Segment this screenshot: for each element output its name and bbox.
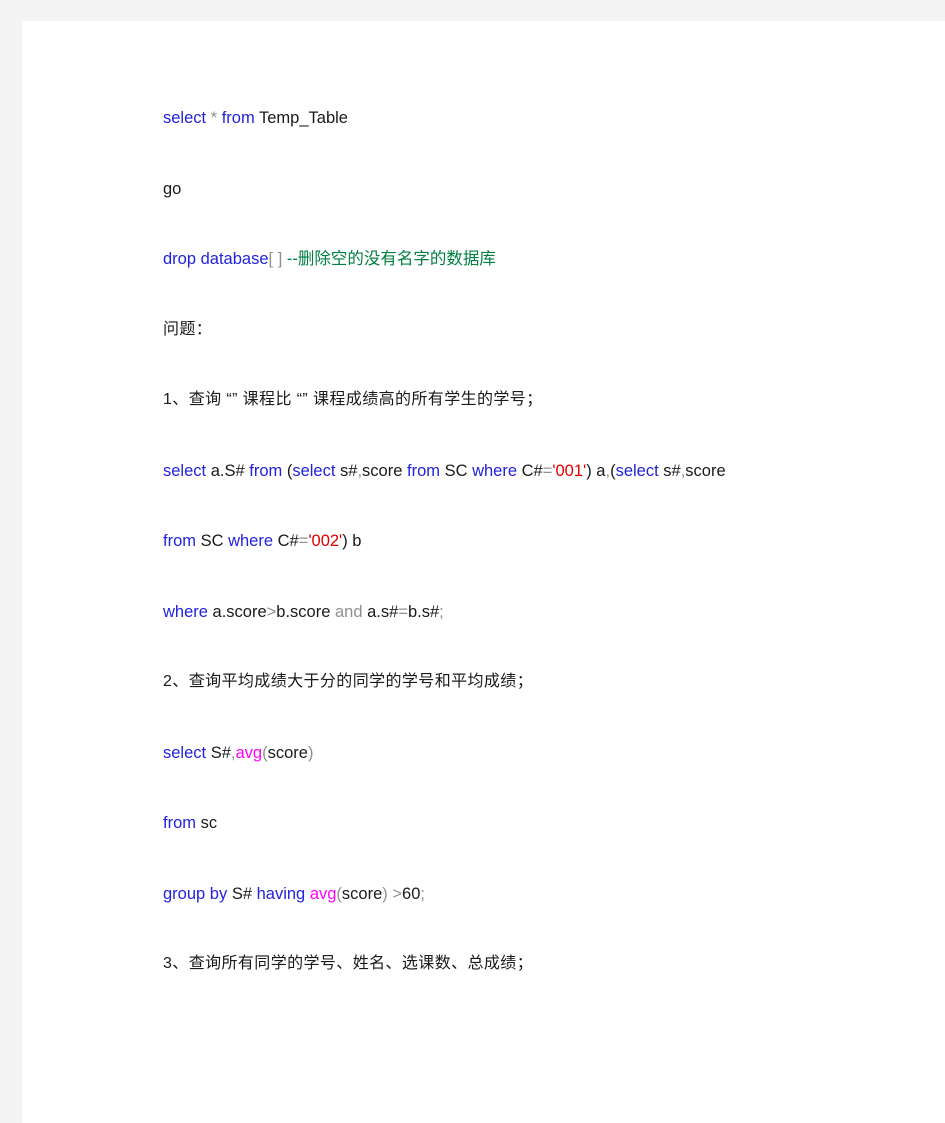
token-op: ;	[439, 602, 444, 621]
token-str: '001'	[552, 461, 587, 480]
token-op: =	[298, 532, 309, 550]
token-kw: from	[406, 461, 440, 480]
token-op: >	[392, 884, 403, 903]
token-kw: from	[249, 461, 283, 480]
token-id: (	[282, 461, 293, 480]
token-fn: avg	[235, 743, 263, 762]
token-op: =	[398, 602, 408, 621]
token-id: a.S#	[206, 461, 250, 480]
document-page: select * from Temp_Tablego drop database[…	[22, 21, 945, 1123]
token-op: [ ]	[268, 250, 283, 268]
text-line: 1、查询 “” 课程比 “” 课程成绩高的所有学生的学号；	[163, 387, 863, 458]
token-str: '002'	[308, 532, 343, 550]
token-id: go	[163, 179, 182, 198]
token-id: score	[267, 743, 308, 762]
token-op: ;	[420, 884, 425, 903]
text-line: 问题：	[163, 317, 863, 388]
token-kw: where	[163, 602, 208, 621]
token-id: C#	[517, 461, 543, 480]
token-id: Temp_Table	[254, 109, 348, 127]
token-kw: having	[256, 884, 306, 903]
token-cmt: --删除空的没有名字的数据库	[286, 250, 496, 268]
token-kw: where	[472, 461, 518, 480]
token-id: ) a	[586, 461, 606, 480]
token-id: 60	[402, 884, 421, 903]
document-text-body: select * from Temp_Tablego drop database[…	[163, 105, 863, 1022]
token-kw: from	[163, 814, 196, 832]
token-kw: where	[228, 532, 274, 550]
token-id: S#	[227, 884, 257, 903]
code-line: select S#,avg(score)	[163, 740, 863, 811]
code-line: select * from Temp_Table	[163, 105, 863, 176]
token-kw: select	[615, 461, 659, 480]
token-id: 1、查询 “” 课程比 “” 课程成绩高的所有学生的学号；	[163, 391, 543, 408]
token-id: C#	[273, 532, 299, 550]
token-kw: drop	[163, 250, 197, 268]
token-fn: avg	[309, 884, 337, 903]
code-line: where a.score>b.score and a.s#=b.s#;	[163, 599, 863, 670]
token-op: and	[335, 602, 363, 621]
text-line: 3、查询所有同学的学号、姓名、选课数、总成绩；	[163, 951, 863, 1022]
token-id: SC	[439, 461, 473, 480]
token-op: )	[382, 884, 388, 903]
token-op: )	[307, 743, 314, 762]
token-kw: by	[209, 884, 228, 903]
token-kw: select	[163, 461, 207, 480]
token-id: ) b	[342, 532, 362, 550]
token-kw: select	[163, 743, 207, 762]
token-id: 问题：	[163, 320, 213, 338]
token-id: b.score	[276, 602, 335, 621]
token-id: S#	[206, 743, 231, 762]
code-line: from sc	[163, 810, 863, 881]
token-id: a.s#	[362, 602, 399, 621]
token-id: 2、查询平均成绩大于分的同学的学号和平均成绩；	[163, 673, 534, 690]
code-line: go	[163, 176, 863, 247]
token-op: =	[542, 461, 553, 480]
token-id: SC	[196, 532, 229, 550]
token-id: score	[341, 884, 383, 903]
code-line: group by S# having avg(score) >60;	[163, 881, 863, 952]
token-id: s#	[335, 461, 358, 480]
token-kw: group	[163, 884, 206, 903]
token-kw: database	[200, 250, 269, 268]
token-kw: from	[163, 532, 196, 550]
token-id: a.score	[207, 602, 267, 621]
token-id: 3、查询所有同学的学号、姓名、选课数、总成绩；	[163, 955, 534, 972]
token-id: sc	[196, 814, 218, 832]
token-id: score	[362, 461, 407, 480]
code-line: select a.S# from (select s#,score from S…	[163, 458, 863, 529]
token-id: s#	[658, 461, 681, 480]
token-id: b.s#	[407, 602, 440, 621]
token-kw: select	[163, 109, 207, 127]
token-kw: from	[221, 109, 255, 127]
code-line: from SC where C#='002') b	[163, 528, 863, 599]
code-line: drop database[ ] --删除空的没有名字的数据库	[163, 246, 863, 317]
token-op: >	[266, 602, 277, 621]
token-id: score	[685, 461, 726, 480]
text-line: 2、查询平均成绩大于分的同学的学号和平均成绩；	[163, 669, 863, 740]
token-kw: select	[292, 461, 336, 480]
